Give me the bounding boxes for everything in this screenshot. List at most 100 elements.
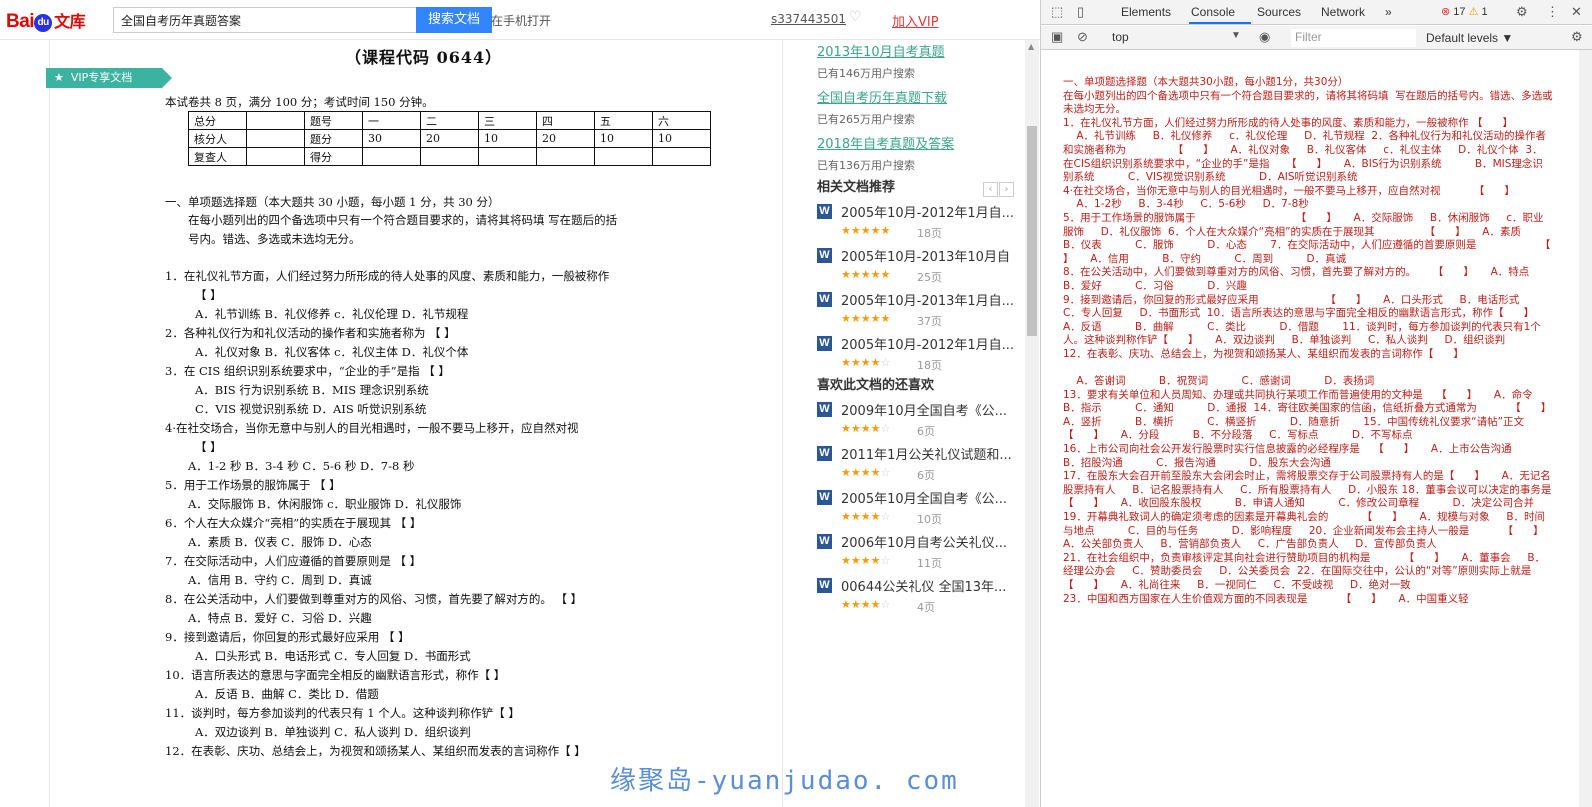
sidebar-toggle-icon[interactable]: ▣	[1051, 29, 1063, 45]
doc-title-link[interactable]: 2005年10月-2013年10月自	[841, 246, 1019, 265]
related-heading: 相关文档推荐	[817, 180, 896, 195]
doc-recommendation[interactable]: W 00644公关礼仪 全国13年... ★★★★☆ 4页	[817, 577, 1022, 621]
filter-input[interactable]: Filter	[1291, 29, 1416, 47]
more-tabs-button[interactable]: »	[1385, 5, 1392, 19]
doc-recommendation[interactable]: W 2009年10月全国自考《公... ★★★★☆ 6页	[817, 401, 1022, 445]
hot-search-link[interactable]: 2013年10月自考真题	[817, 41, 945, 60]
doc-title-link[interactable]: 2009年10月全国自考《公...	[841, 400, 1019, 419]
doc-recommendation[interactable]: W 2005年10月-2013年10月自 ★★★★★ 25页	[817, 247, 1022, 291]
score-table-cell: 10	[594, 129, 653, 148]
tab-network[interactable]: Network	[1321, 5, 1365, 19]
search-button[interactable]: 搜索文档	[416, 7, 492, 33]
doc-title-link[interactable]: 2005年10月-2013年1月自...	[841, 290, 1019, 309]
hot-search-link[interactable]: 2018年自考真题及答案	[817, 133, 954, 152]
score-table-row: 复查人 得分	[188, 147, 711, 166]
error-count: 17	[1453, 6, 1466, 18]
doc-title-link[interactable]: 00644公关礼仪 全国13年...	[841, 576, 1019, 595]
rating-stars-icon: ★★★★☆	[841, 422, 891, 435]
tab-console[interactable]: Console	[1191, 5, 1235, 19]
doc-text-line: A．口头形式 B．电话形式 C．专人回复 D．书面形式	[195, 649, 471, 663]
page-count: 4页	[917, 601, 935, 614]
baidu-wenku-logo[interactable]: Bai du 文库	[6, 8, 86, 33]
devtools-tab-bar: ⬚ ▯ Elements Console Sources Network » ⊗…	[1041, 0, 1592, 25]
vip-tag-label: VIP专享文档	[70, 71, 133, 84]
doc-text-line: A．特点 B．爱好 C．习俗 D．兴趣	[188, 611, 372, 625]
rating-stars-icon: ★★★★☆	[841, 598, 891, 611]
wenku-page: Baidu文库 搜索文档 在手机打开 s337443501 ♡ 加入VIP ★ …	[0, 0, 1040, 807]
tab-sources[interactable]: Sources	[1257, 5, 1301, 19]
doc-recommendation[interactable]: W 2005年10月-2012年1月自... ★★★★☆ 18页	[817, 335, 1022, 379]
doc-text-line: 号内。错选、多选或未选均无分。	[188, 232, 361, 246]
console-settings-icon[interactable]: ⚙	[1571, 29, 1583, 45]
doc-title-link[interactable]: 2005年10月全国自考《公...	[841, 488, 1019, 507]
doc-title-link[interactable]: 2005年10月-2012年1月自...	[841, 202, 1019, 221]
score-table-cell	[246, 147, 305, 166]
doc-title-link[interactable]: 2005年10月-2012年1月自...	[841, 334, 1019, 353]
score-table-cell	[420, 147, 479, 166]
word-doc-icon: W	[817, 248, 832, 263]
prev-page-button[interactable]: ‹	[983, 182, 998, 197]
logo-text-wenku: 文库	[54, 14, 86, 31]
score-table-cell: 题号	[304, 111, 363, 130]
page-count: 18页	[917, 359, 942, 372]
gear-icon[interactable]: ⚙	[1516, 4, 1528, 20]
score-table-cell: 三	[478, 111, 537, 130]
doc-recommendation[interactable]: W 2005年10月全国自考《公... ★★★★☆ 10页	[817, 489, 1022, 533]
close-icon[interactable]: ✕	[1571, 4, 1582, 20]
doc-recommendation[interactable]: W 2011年1月公关礼仪试题和... ★★★★☆ 6页	[817, 445, 1022, 489]
scroll-thumb[interactable]	[1027, 126, 1037, 336]
score-table-cell	[478, 147, 537, 166]
hot-search-link[interactable]: 全国自考历年真题下载	[817, 87, 947, 106]
score-table-cell: 20	[420, 129, 479, 148]
page-count: 10页	[917, 513, 942, 526]
user-heart-icon[interactable]: ♡	[849, 9, 862, 25]
doc-recommendation[interactable]: W 2006年10月自考公关礼仪... ★★★★☆ 11页	[817, 533, 1022, 577]
score-table-cell: 复查人	[188, 147, 247, 166]
hot-search-count: 已有136万用户搜索	[817, 159, 915, 172]
word-doc-icon: W	[817, 204, 832, 219]
rating-stars-icon: ★★★★★	[841, 312, 891, 325]
next-page-button[interactable]: ›	[999, 182, 1014, 197]
doc-title: （课程代码 0644）	[345, 48, 503, 67]
context-selector[interactable]: top	[1108, 28, 1240, 48]
inspect-icon[interactable]: ⬚	[1051, 4, 1063, 20]
top-bar: Baidu文库 搜索文档 在手机打开 s337443501 ♡ 加入VIP	[0, 0, 1040, 40]
doc-title-link[interactable]: 2006年10月自考公关礼仪...	[841, 532, 1019, 551]
page-count: 6页	[917, 425, 935, 438]
page-scrollbar[interactable]: ▲	[1025, 40, 1039, 807]
console-message[interactable]: 一、单项题选择题（本大题共30小题，每小题1分，共30分） 在每小题列出的四个备…	[1063, 76, 1553, 606]
open-on-phone-link[interactable]: 在手机打开	[491, 12, 551, 29]
console-scrollbar[interactable]	[1579, 50, 1592, 807]
device-toggle-icon[interactable]: ▯	[1077, 4, 1084, 20]
rating-stars-icon: ★★★★★	[841, 224, 891, 237]
score-table-cell: 题分	[304, 129, 363, 148]
doc-intro: 本试卷共 8 页，满分 100 分；考试时间 150 分钟。	[165, 95, 434, 109]
username-link[interactable]: s337443501	[771, 12, 846, 26]
error-warning-counter[interactable]: ⊗ 17 ⚠ 1	[1441, 5, 1488, 18]
eye-icon[interactable]: ◉	[1259, 29, 1270, 45]
doc-text-line: A．1-2 秒 B．3-4 秒 C．5-6 秒 D．7-8 秒	[188, 459, 415, 473]
console-toolbar: ▣ ⊘ top ▼ ◉ Filter Default levels ▼ ⚙	[1041, 26, 1592, 50]
log-levels-dropdown[interactable]: Default levels ▼	[1426, 31, 1513, 45]
score-table-row: 核分人 题分 30 20 10 20 10 10	[188, 129, 711, 148]
score-table-cell: 得分	[304, 147, 363, 166]
score-table-cell: 四	[536, 111, 595, 130]
context-value: top	[1112, 30, 1129, 44]
kebab-menu-icon[interactable]: ⋮	[1546, 4, 1559, 20]
doc-text-line: A．反语 B．曲解 C．类比 D．借题	[195, 687, 379, 701]
doc-text-line: A．信用 B．守约 C．周到 D．真诚	[188, 573, 372, 587]
score-table-cell: 10	[478, 129, 537, 148]
doc-title-link[interactable]: 2011年1月公关礼仪试题和...	[841, 444, 1019, 463]
chevron-down-icon: ▼	[1231, 30, 1241, 41]
doc-recommendation[interactable]: W 2005年10月-2012年1月自... ★★★★★ 18页	[817, 203, 1022, 247]
vip-tag: ★ VIP专享文档	[46, 68, 172, 88]
scroll-up-icon[interactable]: ▲	[1028, 42, 1034, 51]
clear-console-icon[interactable]: ⊘	[1077, 29, 1088, 45]
join-vip-link[interactable]: 加入VIP	[892, 11, 939, 30]
tab-elements[interactable]: Elements	[1121, 5, 1171, 19]
doc-recommendation[interactable]: W 2005年10月-2013年1月自... ★★★★★ 37页	[817, 291, 1022, 335]
score-table-cell	[594, 147, 653, 166]
watermark: 缘聚岛-yuanjudao. com	[610, 766, 959, 796]
score-table-row: 总分 题号一二三四五六	[188, 111, 711, 130]
search-input[interactable]	[113, 7, 418, 33]
